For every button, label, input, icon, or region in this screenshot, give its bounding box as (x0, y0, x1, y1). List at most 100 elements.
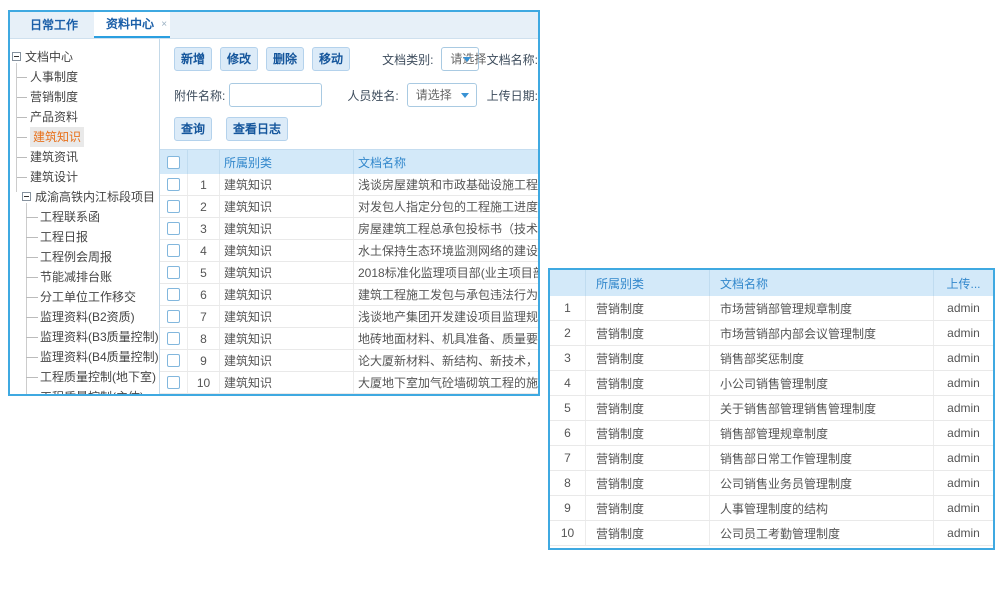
tab[interactable]: 日常工作 (18, 12, 94, 38)
table-row[interactable]: 10 营销制度 公司员工考勤管理制度 admin (550, 521, 993, 546)
close-icon[interactable]: × (161, 12, 167, 37)
row-doc-name: 销售部奖惩制度 (710, 346, 934, 370)
tab[interactable]: 资料中心 × (94, 12, 170, 38)
table-row[interactable]: 8 建筑知识 地砖地面材料、机具准备、质量要求及... (160, 328, 538, 350)
tree-item-label: 工程质量控制(主体) (40, 390, 144, 394)
table-row[interactable]: 2 营销制度 市场营销部内部会议管理制度 admin (550, 321, 993, 346)
header-category: 所属别类 (586, 270, 710, 296)
header-category: 所属别类 (220, 150, 354, 174)
row-checkbox[interactable] (167, 200, 180, 213)
table-row[interactable]: 1 建筑知识 浅谈房屋建筑和市政基础设施工程施工... (160, 174, 538, 196)
tree-item[interactable]: 工程质量控制(地下室) (10, 367, 159, 387)
marketing-documents-panel: 所属别类 文档名称 上传... 1 营销制度 市场营销部管理规章制度 admin… (548, 268, 995, 550)
table-row[interactable]: 9 建筑知识 论大厦新材料、新结构、新技术，新工... (160, 350, 538, 372)
action-button[interactable]: 查询 (174, 117, 212, 141)
tree-item[interactable]: 监理资料(B2资质) (10, 307, 159, 327)
tree-item-label: 监理资料(B4质量控制) (40, 350, 159, 364)
row-uploader: admin (934, 471, 993, 495)
row-number: 4 (188, 240, 220, 261)
row-category: 营销制度 (586, 346, 710, 370)
row-checkbox[interactable] (167, 332, 180, 345)
row-doc-name: 水土保持生态环境监测网络的建设与资... (354, 240, 538, 261)
tree-item[interactable]: 监理资料(B3质量控制) (10, 327, 159, 347)
row-doc-name: 公司销售业务员管理制度 (710, 471, 934, 495)
table-row[interactable]: 6 营销制度 销售部管理规章制度 admin (550, 421, 993, 446)
tree-item[interactable]: 文档中心 (10, 47, 159, 67)
tree-item[interactable]: 节能减排台账 (10, 267, 159, 287)
row-category: 营销制度 (586, 296, 710, 320)
tree-item[interactable]: 工程联系函 (10, 207, 159, 227)
toolbar-button[interactable]: 移动 (312, 47, 350, 71)
tree-item[interactable]: 建筑资讯 (10, 147, 159, 167)
tree-item[interactable]: 工程例会周报 (10, 247, 159, 267)
table-row[interactable]: 1 营销制度 市场营销部管理规章制度 admin (550, 296, 993, 321)
attachment-name-label: 附件名称: (174, 87, 225, 104)
row-category: 营销制度 (586, 321, 710, 345)
tree-item-label: 工程质量控制(地下室) (40, 370, 156, 384)
table-row[interactable]: 5 营销制度 关于销售部管理销售管理制度 admin (550, 396, 993, 421)
row-number: 9 (550, 496, 586, 520)
doc-category-select[interactable]: 请选择 (441, 47, 478, 71)
table-header: 所属别类 文档名称 (160, 150, 538, 174)
tree-item[interactable]: 成渝高铁内江标段项目 (10, 187, 159, 207)
collapse-icon[interactable] (12, 52, 21, 61)
toolbar-row: 新增 修改 删除 移动 文档类别: 请选择 文档名称: (160, 47, 538, 71)
row-number: 2 (550, 321, 586, 345)
tree-item[interactable]: 营销制度 (10, 87, 159, 107)
person-name-select[interactable]: 请选择 (407, 83, 477, 107)
tree-item-label: 建筑知识 (30, 127, 84, 147)
table-row[interactable]: 9 营销制度 人事管理制度的结构 admin (550, 496, 993, 521)
row-category: 营销制度 (586, 521, 710, 545)
collapse-icon[interactable] (22, 192, 31, 201)
tree-item[interactable]: 产品资料 (10, 107, 159, 127)
tree-item-label: 监理资料(B2资质) (40, 310, 135, 324)
tree-item-label: 分工单位工作移交 (40, 290, 136, 304)
table-row[interactable]: 3 建筑知识 房屋建筑工程总承包投标书（技术标）... (160, 218, 538, 240)
table-row[interactable]: 3 营销制度 销售部奖惩制度 admin (550, 346, 993, 371)
toolbar-button[interactable]: 修改 (220, 47, 258, 71)
attachment-name-input[interactable] (229, 83, 322, 107)
row-checkbox[interactable] (167, 266, 180, 279)
row-doc-name: 房屋建筑工程总承包投标书（技术标）... (354, 218, 538, 239)
row-checkbox[interactable] (167, 310, 180, 323)
tree-item[interactable]: 监理资料(B4质量控制) (10, 347, 159, 367)
table-row[interactable]: 4 营销制度 小公司销售管理制度 admin (550, 371, 993, 396)
select-all-checkbox[interactable] (167, 156, 180, 169)
doc-name-label: 文档名称: (487, 51, 538, 68)
filter-row: 附件名称: 人员姓名: 请选择 上传日期: (160, 83, 538, 107)
tree-item-label: 成渝高铁内江标段项目 (35, 190, 155, 204)
table-row[interactable]: 2 建筑知识 对发包人指定分包的工程施工进度安排... (160, 196, 538, 218)
row-checkbox[interactable] (167, 288, 180, 301)
tree-item[interactable]: 工程质量控制(主体) (10, 387, 159, 394)
row-category: 建筑知识 (220, 196, 354, 217)
table-row[interactable]: 5 建筑知识 2018标准化监理项目部(业主项目部)人员... (160, 262, 538, 284)
table-row[interactable]: 6 建筑知识 建筑工程施工发包与承包违法行为认定... (160, 284, 538, 306)
row-checkbox[interactable] (167, 222, 180, 235)
table-row[interactable]: 7 建筑知识 浅谈地产集团开发建设项目监理规划编... (160, 306, 538, 328)
table-row[interactable]: 10 建筑知识 大厦地下室加气砼墙砌筑工程的施工方... (160, 372, 538, 394)
row-category: 建筑知识 (220, 218, 354, 239)
tree-item[interactable]: 建筑设计 (10, 167, 159, 187)
upload-date-label: 上传日期: (487, 87, 538, 104)
tree-item-label: 建筑设计 (30, 170, 78, 184)
row-checkbox[interactable] (167, 354, 180, 367)
chevron-down-icon (463, 57, 471, 62)
row-checkbox[interactable] (167, 376, 180, 389)
row-checkbox[interactable] (167, 244, 180, 257)
tree-item[interactable]: 工程日报 (10, 227, 159, 247)
table-row[interactable]: 4 建筑知识 水土保持生态环境监测网络的建设与资... (160, 240, 538, 262)
tree-item[interactable]: 建筑知识 (10, 127, 159, 147)
toolbar-button[interactable]: 删除 (266, 47, 304, 71)
table-row[interactable]: 8 营销制度 公司销售业务员管理制度 admin (550, 471, 993, 496)
action-button[interactable]: 查看日志 (226, 117, 288, 141)
row-uploader: admin (934, 396, 993, 420)
tree-item[interactable]: 分工单位工作移交 (10, 287, 159, 307)
toolbar-button[interactable]: 新增 (174, 47, 212, 71)
row-category: 建筑知识 (220, 174, 354, 195)
row-checkbox[interactable] (167, 178, 180, 191)
row-doc-name: 人事管理制度的结构 (710, 496, 934, 520)
table-row[interactable]: 7 营销制度 销售部日常工作管理制度 admin (550, 446, 993, 471)
tree-item[interactable]: 人事制度 (10, 67, 159, 87)
tree-item-label: 工程日报 (40, 230, 88, 244)
row-doc-name: 关于销售部管理销售管理制度 (710, 396, 934, 420)
